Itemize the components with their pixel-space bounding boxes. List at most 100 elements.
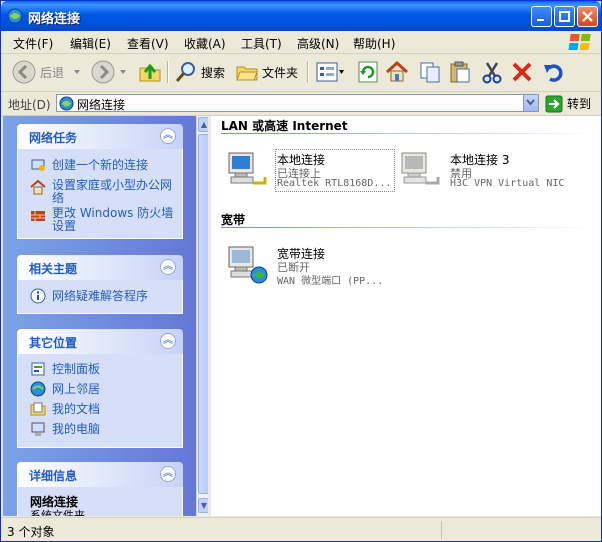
control-panel-link[interactable]: 控制面板 xyxy=(52,363,100,376)
menu-bar: 文件(F) 编辑(E) 查看(V) 收藏(A) 工具(T) 高级(N) 帮助(H… xyxy=(1,31,601,54)
my-documents-link[interactable]: 我的文档 xyxy=(52,403,100,416)
paste-button[interactable] xyxy=(448,58,472,86)
menu-tools[interactable]: 工具(T) xyxy=(241,35,282,52)
new-connection-icon xyxy=(31,159,45,171)
maximize-button[interactable] xyxy=(554,6,575,27)
address-bar: 地址(D) 网络连接 转到 xyxy=(1,92,601,116)
related-topics-panel: 网络疑难解答程序 xyxy=(17,280,183,314)
menu-view[interactable]: 查看(V) xyxy=(127,35,169,52)
status-divider xyxy=(441,521,442,539)
scroll-down-icon[interactable]: ▼ xyxy=(198,498,208,513)
forward-dropdown-icon[interactable] xyxy=(119,68,127,76)
menu-file[interactable]: 文件(F) xyxy=(13,35,53,52)
details-type: 系统文件夹 xyxy=(30,509,85,516)
go-label: 转到 xyxy=(567,97,592,111)
close-button[interactable] xyxy=(577,6,598,27)
menu-advanced[interactable]: 高级(N) xyxy=(297,35,339,52)
title-bar[interactable]: 网络连接 xyxy=(1,1,601,31)
paste-icon xyxy=(450,61,470,83)
folders-button[interactable]: 文件夹 xyxy=(235,58,298,86)
scrollbar-thumb[interactable] xyxy=(198,134,208,494)
my-documents-icon xyxy=(30,402,46,416)
content-area: LAN 或高速 Internet 本地连接 已连接上 Realtek RTL81… xyxy=(211,116,601,516)
search-button[interactable]: 搜索 xyxy=(174,58,225,86)
toolbar: 后退 搜索 文件夹 xyxy=(1,54,601,92)
network-places-icon xyxy=(30,381,46,397)
lan-disabled-icon xyxy=(401,152,440,185)
network-tasks-panel: 创建一个新的连接 设置家庭或小型办公网络 更改 Windows 防火墙设置 xyxy=(17,149,183,239)
setup-home-network-link[interactable]: 设置家庭或小型办公网络 xyxy=(52,179,182,205)
cut-icon xyxy=(482,62,502,84)
maximize-icon xyxy=(559,11,570,22)
home-network-icon xyxy=(30,179,46,195)
views-icon xyxy=(316,62,344,82)
network-troubleshooter-link[interactable]: 网络疑难解答程序 xyxy=(52,290,148,303)
connection-local-3[interactable]: 本地连接 3 禁用 H3C VPN Virtual NIC xyxy=(398,151,598,191)
task-pane-scrollbar[interactable]: ▲ ▼ xyxy=(196,116,208,516)
my-computer-icon xyxy=(31,422,45,436)
views-button[interactable] xyxy=(315,58,345,86)
back-dropdown-icon[interactable] xyxy=(73,68,81,76)
other-places-header[interactable]: 其它位置 ︽ xyxy=(17,329,183,354)
menu-help[interactable]: 帮助(H) xyxy=(353,35,395,52)
address-value: 网络连接 xyxy=(77,98,126,112)
forward-arrow-icon xyxy=(91,60,115,84)
folders-icon xyxy=(236,66,258,81)
connection-broadband[interactable]: 宽带连接 已断开 WAN 微型端口 (PP... xyxy=(225,245,425,287)
address-label: 地址(D) xyxy=(8,98,51,112)
related-topics-title: 相关主题 xyxy=(29,262,78,276)
back-button[interactable]: 后退 xyxy=(11,58,64,86)
network-connections-icon xyxy=(59,96,74,111)
minimize-icon xyxy=(537,19,544,21)
scroll-up-icon[interactable]: ▲ xyxy=(198,117,208,132)
undo-button[interactable] xyxy=(541,58,565,86)
refresh-button[interactable] xyxy=(357,58,379,86)
forward-button[interactable] xyxy=(90,58,116,86)
copy-icon xyxy=(420,62,440,83)
change-firewall-link[interactable]: 更改 Windows 防火墙设置 xyxy=(52,207,182,233)
group-title-broadband: 宽带 xyxy=(221,213,246,227)
network-tasks-header[interactable]: 网络任务 ︽ xyxy=(17,124,183,149)
window: 网络连接 文件(F) 编辑(E) 查看(V) 收藏(A) 工具(T) 高级(N)… xyxy=(0,0,602,542)
status-bar: 3 个对象 xyxy=(1,517,601,541)
close-icon xyxy=(582,11,593,22)
window-title: 网络连接 xyxy=(28,12,81,27)
collapse-icon[interactable]: ︽ xyxy=(160,333,176,349)
details-header[interactable]: 详细信息 ︽ xyxy=(17,462,183,487)
menu-favorites[interactable]: 收藏(A) xyxy=(184,35,226,52)
up-folder-button[interactable] xyxy=(137,58,163,86)
collapse-icon[interactable]: ︽ xyxy=(160,128,176,144)
collapse-icon[interactable]: ︽ xyxy=(160,259,176,275)
details-title: 详细信息 xyxy=(29,469,78,483)
lan-connection-icon xyxy=(228,152,267,185)
copy-to-button[interactable] xyxy=(418,58,442,86)
connection-device: Realtek RTL8168D... xyxy=(277,178,392,189)
up-folder-icon xyxy=(139,63,161,82)
cut-button[interactable] xyxy=(480,58,504,86)
network-places-link[interactable]: 网上邻居 xyxy=(52,383,100,396)
group-title-lan: LAN 或高速 Internet xyxy=(221,119,348,133)
minimize-button[interactable] xyxy=(531,6,552,27)
create-connection-link[interactable]: 创建一个新的连接 xyxy=(52,159,182,172)
menu-edit[interactable]: 编辑(E) xyxy=(70,35,111,52)
back-label: 后退 xyxy=(40,65,65,80)
related-topics-header[interactable]: 相关主题 ︽ xyxy=(17,255,183,280)
search-label: 搜索 xyxy=(201,65,226,80)
connection-device: WAN 微型端口 (PP... xyxy=(277,276,384,287)
address-input[interactable]: 网络连接 xyxy=(56,94,539,112)
home-icon xyxy=(385,60,409,82)
address-dropdown-button[interactable] xyxy=(523,95,538,111)
home-button[interactable] xyxy=(385,58,409,86)
go-button[interactable]: 转到 xyxy=(545,94,599,113)
my-computer-link[interactable]: 我的电脑 xyxy=(52,423,100,436)
delete-button[interactable] xyxy=(510,58,534,86)
folders-label: 文件夹 xyxy=(262,65,299,80)
other-places-panel: 控制面板 网上邻居 我的文档 我的电脑 xyxy=(17,354,183,448)
connection-local[interactable]: 本地连接 已连接上 Realtek RTL8168D... xyxy=(225,149,395,192)
info-icon xyxy=(30,288,46,304)
connection-device: H3C VPN Virtual NIC xyxy=(450,178,565,189)
search-icon xyxy=(175,62,195,82)
task-pane: 网络任务 ︽ 创建一个新的连接 设置家庭或小型办公网络 更改 Windows 防… xyxy=(3,116,208,516)
collapse-icon[interactable]: ︽ xyxy=(160,466,176,482)
other-places-title: 其它位置 xyxy=(29,336,78,350)
